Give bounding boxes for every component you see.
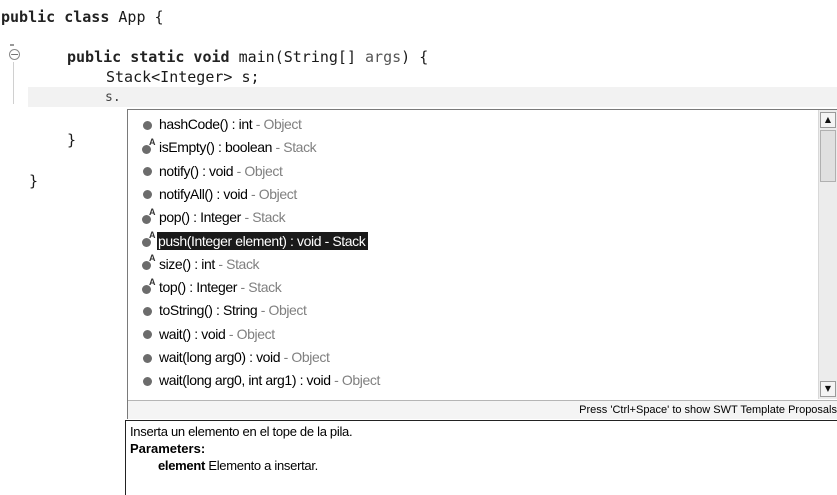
proposal-declaring-type: - Object	[247, 185, 297, 202]
proposal-declaring-type: - Object	[330, 372, 380, 389]
gutter-marker	[10, 44, 14, 46]
proposal-signature: push(Integer element) : void	[158, 232, 322, 249]
scroll-up-arrow-icon[interactable]: ▲	[820, 112, 836, 128]
proposal-signature: pop() : Integer	[159, 209, 241, 226]
proposal-signature: wait(long arg0) : void	[159, 349, 281, 365]
proposal-scrollbar[interactable]: ▲ ▼	[818, 110, 837, 399]
proposal-item[interactable]: wait(long arg0, int arg1) : void - Objec…	[141, 369, 380, 391]
proposal-item[interactable]: Apop() : Integer - Stack	[141, 206, 286, 228]
abstract-method-icon: A	[141, 277, 156, 295]
proposal-declaring-type: - Object	[225, 325, 275, 342]
parameter-description: Elemento a insertar.	[205, 458, 318, 473]
scroll-thumb[interactable]	[820, 130, 836, 182]
current-line-highlight	[28, 87, 837, 107]
proposal-signature: hashCode() : int	[159, 116, 253, 132]
proposal-signature: wait(long arg0, int arg1) : void	[159, 372, 331, 389]
proposal-signature: wait() : void	[159, 325, 226, 342]
public-method-icon	[141, 163, 156, 178]
code-line-class[interactable]: public class App {	[1, 8, 164, 26]
code-line-current-input[interactable]: s.	[105, 89, 121, 107]
abstract-method-icon: A	[141, 207, 156, 225]
code-line-close-class[interactable]: }	[29, 172, 38, 190]
proposal-item[interactable]: wait(long arg0) : void - Object	[141, 346, 330, 368]
abstract-method-icon: A	[141, 254, 156, 271]
proposal-item[interactable]: Atop() : Integer - Stack	[141, 276, 282, 298]
code-text: App {	[109, 8, 164, 26]
proposal-item[interactable]: toString() : String - Object	[141, 299, 307, 321]
proposal-declaring-type: - Stack	[240, 209, 286, 226]
code-line-close-method[interactable]: }	[67, 131, 76, 149]
code-line-method[interactable]: public static void main(String[] args) {	[67, 48, 428, 66]
proposal-status-bar[interactable]: Press 'Ctrl+Space' to show SWT Template …	[128, 400, 837, 419]
public-method-icon	[141, 117, 156, 132]
proposal-declaring-type: - Stack	[321, 232, 366, 249]
code-line-stack-declaration[interactable]: Stack<Integer> s;	[106, 68, 260, 86]
keyword: public static void	[67, 48, 230, 66]
proposal-declaring-type: - Object	[252, 116, 302, 132]
parameter-name: element	[158, 458, 206, 473]
code-text: ) {	[401, 48, 429, 66]
abstract-method-icon: A	[141, 231, 156, 248]
proposal-declaring-type: - Object	[257, 302, 307, 319]
public-method-icon	[141, 186, 156, 201]
method-description: Inserta un elemento en el tope de la pil…	[130, 424, 353, 439]
public-method-icon	[141, 373, 156, 388]
fold-range-line	[13, 62, 14, 104]
proposal-item[interactable]: notifyAll() : void - Object	[141, 183, 297, 205]
proposal-item[interactable]: hashCode() : int - Object	[141, 113, 302, 135]
javadoc-info-popup: Inserta un elemento en el tope de la pil…	[125, 420, 837, 495]
public-method-icon	[141, 303, 156, 318]
proposal-signature: isEmpty() : boolean	[159, 139, 273, 156]
parameters-label: Parameters:	[130, 441, 206, 456]
proposal-declaring-type: - Object	[233, 162, 283, 179]
abstract-method-icon: A	[141, 137, 156, 155]
public-method-icon	[141, 350, 156, 365]
proposal-signature: notifyAll() : void	[159, 185, 248, 202]
proposal-item[interactable]: wait() : void - Object	[141, 323, 275, 345]
keyword: public class	[1, 8, 110, 26]
proposal-declaring-type: - Object	[280, 349, 330, 365]
proposal-declaring-type: - Stack	[214, 255, 260, 272]
parameter-name: args	[365, 48, 402, 66]
fold-collapse-icon[interactable]: −	[9, 49, 20, 60]
proposal-signature: top() : Integer	[159, 279, 238, 296]
proposal-item[interactable]: Asize() : int - Stack	[141, 253, 260, 275]
proposal-signature: notify() : void	[159, 162, 234, 179]
proposal-item[interactable]: notify() : void - Object	[141, 160, 283, 182]
scroll-down-arrow-icon[interactable]: ▼	[820, 381, 836, 397]
proposal-item[interactable]: Apush(Integer element) : void - Stack	[141, 230, 369, 252]
proposal-signature: toString() : String	[159, 302, 258, 319]
content-assist-popup[interactable]: hashCode() : int - Object AisEmpty() : bo…	[127, 109, 837, 419]
proposal-declaring-type: - Stack	[272, 139, 317, 156]
parameter-entry: element Elemento a insertar.	[158, 458, 318, 473]
code-text: main(String[]	[229, 48, 366, 66]
public-method-icon	[141, 326, 156, 341]
proposal-declaring-type: - Stack	[237, 279, 282, 296]
proposal-item[interactable]: AisEmpty() : boolean - Stack	[141, 136, 317, 158]
proposal-signature: size() : int	[159, 255, 215, 272]
